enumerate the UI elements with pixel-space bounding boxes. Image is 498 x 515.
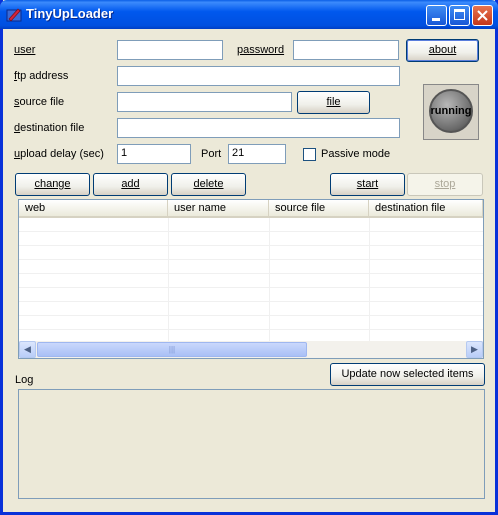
- passive-mode-label: Passive mode: [321, 148, 391, 160]
- table-row[interactable]: [19, 232, 483, 246]
- table-row[interactable]: [19, 274, 483, 288]
- log-area[interactable]: [18, 389, 485, 499]
- password-label: password: [237, 44, 285, 56]
- table-row[interactable]: [19, 288, 483, 302]
- horizontal-scrollbar[interactable]: ◀ ||| ▶: [19, 341, 483, 358]
- stop-button[interactable]: stop: [407, 173, 483, 196]
- change-button[interactable]: change: [15, 173, 90, 196]
- column-divider: [369, 218, 370, 342]
- port-label: Port: [201, 148, 222, 160]
- table-row[interactable]: [19, 246, 483, 260]
- minimize-icon: [432, 18, 440, 21]
- log-label: Log: [15, 374, 34, 386]
- table-row[interactable]: [19, 260, 483, 274]
- about-button[interactable]: about: [406, 39, 479, 62]
- column-header-destination-file[interactable]: destination file: [369, 200, 483, 218]
- column-divider: [168, 218, 169, 342]
- scroll-left-icon[interactable]: ◀: [19, 341, 36, 358]
- ftp-address-label: ftp address: [14, 70, 69, 82]
- table-row[interactable]: [19, 316, 483, 330]
- user-label: user: [14, 44, 36, 56]
- delete-button[interactable]: delete: [171, 173, 246, 196]
- minimize-button[interactable]: [426, 5, 447, 26]
- title-bar[interactable]: TinyUpLoader: [0, 0, 498, 29]
- upload-list[interactable]: web user name source file destination fi…: [18, 199, 484, 359]
- table-row[interactable]: [19, 218, 483, 232]
- source-file-label: source file: [14, 96, 65, 108]
- column-divider: [269, 218, 270, 342]
- column-header-source-file[interactable]: source file: [269, 200, 369, 218]
- close-icon: [477, 10, 488, 21]
- app-icon: [6, 8, 22, 22]
- destination-file-field[interactable]: [117, 118, 400, 138]
- main-window: TinyUpLoader user password about ftp add…: [0, 0, 498, 515]
- user-field[interactable]: [117, 40, 223, 60]
- running-label: running: [430, 105, 472, 117]
- port-field[interactable]: 21: [228, 144, 286, 164]
- column-header-web[interactable]: web: [19, 200, 168, 218]
- scroll-thumb[interactable]: |||: [37, 342, 307, 357]
- column-header-user-name[interactable]: user name: [168, 200, 269, 218]
- running-indicator: running: [423, 84, 479, 140]
- file-browse-button[interactable]: file: [297, 91, 370, 114]
- upload-delay-field[interactable]: 1: [117, 144, 191, 164]
- add-button[interactable]: add: [93, 173, 168, 196]
- maximize-icon: [454, 9, 465, 20]
- password-field[interactable]: [293, 40, 399, 60]
- passive-mode-checkbox[interactable]: [303, 148, 316, 161]
- window-title: TinyUpLoader: [26, 6, 114, 21]
- update-selected-button[interactable]: Update now selected items: [330, 363, 485, 386]
- source-file-field[interactable]: [117, 92, 292, 112]
- destination-file-label: destination file: [14, 122, 85, 134]
- ftp-address-field[interactable]: [117, 66, 400, 86]
- scroll-right-icon[interactable]: ▶: [466, 341, 483, 358]
- maximize-button[interactable]: [449, 5, 470, 26]
- close-button[interactable]: [472, 5, 493, 26]
- start-button[interactable]: start: [330, 173, 405, 196]
- table-row[interactable]: [19, 302, 483, 316]
- upload-delay-label: upload delay (sec): [14, 148, 104, 160]
